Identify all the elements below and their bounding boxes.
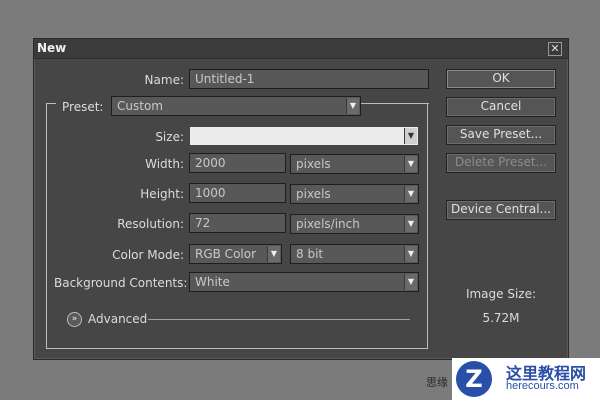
color-mode-value: RGB Color: [195, 247, 257, 261]
resolution-field[interactable]: 72: [189, 213, 286, 233]
resolution-unit-dropdown[interactable]: pixels/inch ▼: [290, 214, 419, 234]
watermark-logo-icon: Z: [456, 361, 492, 397]
height-unit-value: pixels: [296, 187, 331, 201]
dialog-title: New: [37, 41, 67, 55]
chevron-down-icon[interactable]: ▼: [346, 98, 359, 114]
background-contents-value: White: [195, 275, 230, 289]
background-contents-dropdown[interactable]: White ▼: [189, 272, 419, 292]
width-field[interactable]: 2000: [189, 153, 286, 173]
chevron-down-icon[interactable]: ▼: [404, 216, 417, 232]
watermark-url: herecours.com: [506, 380, 579, 392]
advanced-divider: [148, 319, 410, 320]
chevron-down-icon[interactable]: ▼: [404, 274, 417, 290]
color-mode-label: Color Mode:: [112, 248, 184, 262]
watermark-side-text: 思缘: [426, 376, 448, 389]
delete-preset-button[interactable]: Delete Preset...: [446, 153, 556, 173]
color-mode-dropdown[interactable]: RGB Color ▼: [189, 244, 282, 264]
watermark-logo: Z 这里教程网 herecours.com: [452, 358, 600, 400]
close-icon[interactable]: ✕: [548, 42, 562, 56]
save-preset-button[interactable]: Save Preset...: [446, 125, 556, 145]
name-field[interactable]: Untitled-1: [189, 69, 429, 89]
resolution-label: Resolution:: [117, 217, 184, 231]
cancel-button[interactable]: Cancel: [446, 97, 556, 117]
name-label: Name:: [144, 73, 184, 87]
chevron-down-icon[interactable]: ▼: [404, 186, 417, 202]
width-unit-dropdown[interactable]: pixels ▼: [290, 154, 419, 174]
background-contents-label: Background Contents:: [54, 276, 188, 290]
bit-depth-dropdown[interactable]: 8 bit ▼: [290, 244, 419, 264]
title-bar[interactable]: New ✕: [34, 39, 568, 59]
preset-label: Preset:: [62, 100, 104, 114]
width-label: Width:: [145, 157, 184, 171]
device-central-button[interactable]: Device Central...: [446, 200, 556, 220]
image-size-value: 5.72M: [482, 311, 520, 325]
preset-value: Custom: [117, 99, 163, 113]
chevron-down-icon[interactable]: ▼: [267, 246, 280, 262]
double-chevron-down-icon[interactable]: »: [67, 312, 82, 327]
chevron-down-icon[interactable]: ▼: [404, 128, 417, 144]
bit-depth-value: 8 bit: [296, 247, 324, 261]
chevron-down-icon[interactable]: ▼: [404, 156, 417, 172]
image-size-label: Image Size:: [465, 287, 537, 301]
chevron-down-icon[interactable]: ▼: [404, 246, 417, 262]
advanced-label[interactable]: Advanced: [88, 312, 147, 326]
height-unit-dropdown[interactable]: pixels ▼: [290, 184, 419, 204]
size-dropdown[interactable]: ▼: [189, 126, 419, 146]
new-document-dialog: New ✕ Name: Untitled-1 Preset: Custom ▼ …: [33, 38, 569, 360]
preset-dropdown[interactable]: Custom ▼: [111, 96, 361, 116]
width-unit-value: pixels: [296, 157, 331, 171]
height-label: Height:: [140, 187, 184, 201]
height-field[interactable]: 1000: [189, 183, 286, 203]
size-label: Size:: [155, 130, 184, 144]
ok-button[interactable]: OK: [446, 69, 556, 89]
resolution-unit-value: pixels/inch: [296, 217, 360, 231]
